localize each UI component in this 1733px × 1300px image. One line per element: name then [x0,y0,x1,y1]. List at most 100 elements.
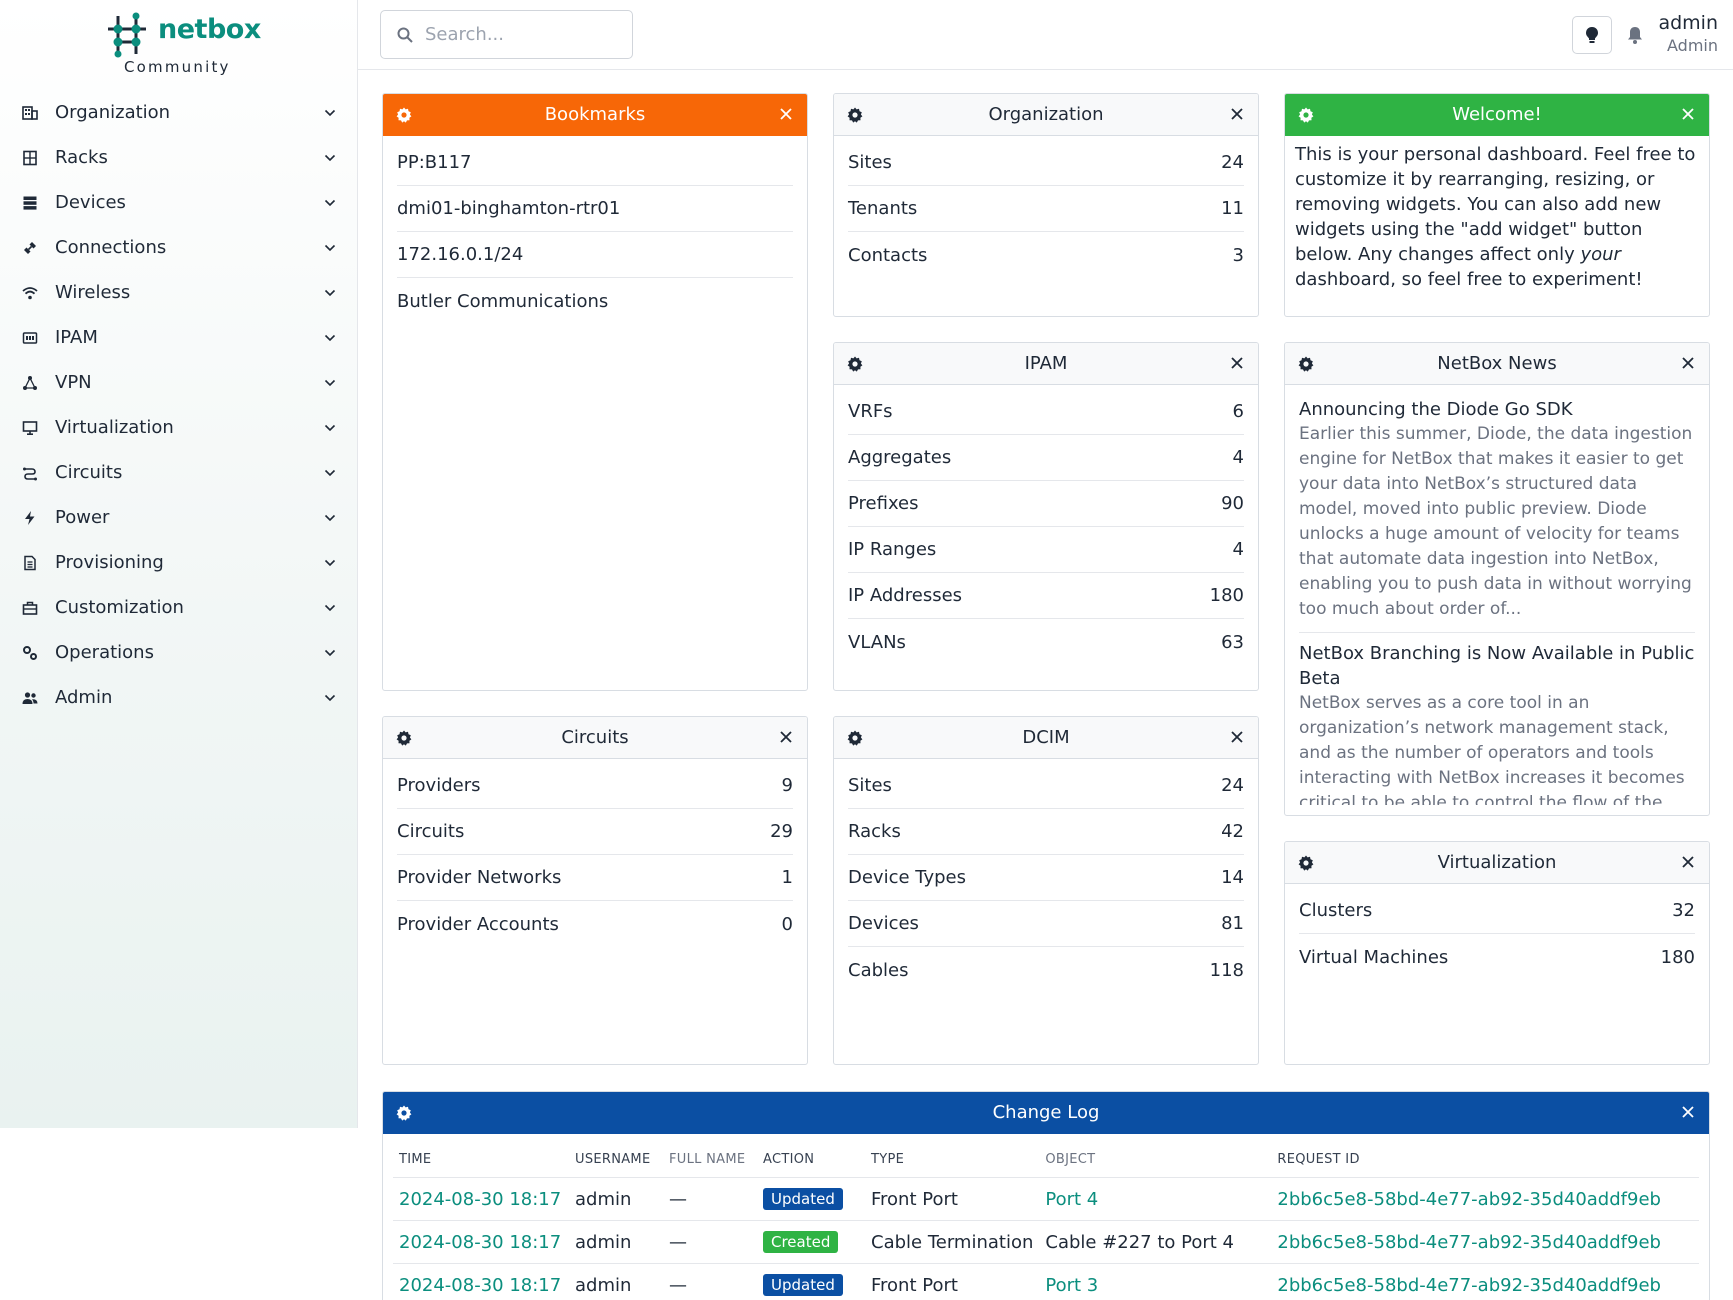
stat-label[interactable]: Devices [848,913,1221,934]
gear-icon[interactable] [395,729,413,747]
object-link[interactable]: Port 3 [1045,1275,1098,1296]
sidebar-item-customization[interactable]: Customization [0,585,358,630]
column-header-time[interactable]: TIME [393,1134,569,1178]
netbox-logo[interactable]: netbox Community [104,12,264,80]
column-header-full-name[interactable]: FULL NAME [663,1134,757,1178]
widget-header[interactable]: Welcome! [1285,94,1709,136]
stat-label[interactable]: Cables [848,960,1210,981]
close-icon[interactable] [1677,851,1699,873]
news-title[interactable]: Announcing the Diode Go SDK [1299,397,1695,422]
sidebar-item-connections[interactable]: Connections [0,225,358,270]
stat-label[interactable]: Sites [848,775,1221,796]
stat-row[interactable]: Devices 81 [848,901,1244,947]
bookmark-label[interactable]: PP:B117 [397,152,793,173]
bookmark-item[interactable]: Butler Communications [397,278,793,324]
sidebar-item-admin[interactable]: Admin [0,675,358,720]
stat-row[interactable]: VRFs 6 [848,389,1244,435]
stat-label[interactable]: Device Types [848,867,1221,888]
chevron-down-icon[interactable] [322,559,338,567]
stat-label[interactable]: VLANs [848,632,1221,653]
stat-label[interactable]: Tenants [848,198,1221,219]
stat-label[interactable]: Racks [848,821,1221,842]
stat-row[interactable]: IP Ranges 4 [848,527,1244,573]
gear-icon[interactable] [846,729,864,747]
stat-row[interactable]: Circuits 29 [397,809,793,855]
column-header-type[interactable]: TYPE [865,1134,1040,1178]
search-input[interactable] [425,24,625,45]
stat-label[interactable]: Virtual Machines [1299,947,1661,968]
time-link[interactable]: 2024-08-30 18:17 [399,1275,561,1296]
stat-row[interactable]: IP Addresses 180 [848,573,1244,619]
stat-row[interactable]: Virtual Machines 180 [1299,934,1695,980]
chevron-down-icon[interactable] [322,379,338,387]
chevron-down-icon[interactable] [322,694,338,702]
stat-label[interactable]: IP Ranges [848,539,1233,560]
time-link[interactable]: 2024-08-30 18:17 [399,1189,561,1210]
stat-row[interactable]: Providers 9 [397,763,793,809]
gear-icon[interactable] [395,1104,413,1122]
close-icon[interactable] [1677,1101,1699,1123]
stat-label[interactable]: Contacts [848,245,1233,266]
stat-row[interactable]: Sites 24 [848,763,1244,809]
widget-header[interactable]: Circuits [383,717,807,759]
gear-icon[interactable] [395,106,413,124]
request-id-link[interactable]: 2bb6c5e8-58bd-4e77-ab92-35d40addf9eb [1277,1232,1661,1253]
chevron-down-icon[interactable] [322,469,338,477]
sidebar-item-vpn[interactable]: VPN [0,360,358,405]
object-link[interactable]: Port 4 [1045,1189,1098,1210]
stat-row[interactable]: Provider Accounts 0 [397,901,793,947]
close-icon[interactable] [1226,103,1248,125]
chevron-down-icon[interactable] [322,289,338,297]
chevron-down-icon[interactable] [322,244,338,252]
news-item[interactable]: NetBox Branching is Now Available in Pub… [1299,633,1695,805]
stat-row[interactable]: Tenants 11 [848,186,1244,232]
request-id-link[interactable]: 2bb6c5e8-58bd-4e77-ab92-35d40addf9eb [1277,1189,1661,1210]
notifications-button[interactable] [1622,22,1648,48]
chevron-down-icon[interactable] [322,199,338,207]
bookmark-label[interactable]: 172.16.0.1/24 [397,244,793,265]
close-icon[interactable] [1677,103,1699,125]
stat-row[interactable]: Racks 42 [848,809,1244,855]
sidebar-item-provisioning[interactable]: Provisioning [0,540,358,585]
stat-row[interactable]: Aggregates 4 [848,435,1244,481]
gear-icon[interactable] [846,355,864,373]
news-title[interactable]: NetBox Branching is Now Available in Pub… [1299,641,1695,691]
chevron-down-icon[interactable] [322,154,338,162]
stat-label[interactable]: VRFs [848,401,1233,422]
column-header-action[interactable]: ACTION [757,1134,865,1178]
stat-row[interactable]: Prefixes 90 [848,481,1244,527]
bookmark-item[interactable]: dmi01-binghamton-rtr01 [397,186,793,232]
theme-toggle-button[interactable] [1572,16,1612,54]
bookmark-label[interactable]: dmi01-binghamton-rtr01 [397,198,793,219]
chevron-down-icon[interactable] [322,649,338,657]
user-menu[interactable]: admin Admin [1658,12,1718,55]
sidebar-item-power[interactable]: Power [0,495,358,540]
gear-icon[interactable] [846,106,864,124]
gear-icon[interactable] [1297,106,1315,124]
time-link[interactable]: 2024-08-30 18:17 [399,1232,561,1253]
chevron-down-icon[interactable] [322,514,338,522]
stat-row[interactable]: Contacts 3 [848,232,1244,278]
stat-row[interactable]: Sites 24 [848,140,1244,186]
gear-icon[interactable] [1297,854,1315,872]
chevron-down-icon[interactable] [322,109,338,117]
stat-label[interactable]: Clusters [1299,900,1672,921]
widget-header[interactable]: Bookmarks [383,94,807,136]
sidebar-item-organization[interactable]: Organization [0,90,358,135]
request-id-link[interactable]: 2bb6c5e8-58bd-4e77-ab92-35d40addf9eb [1277,1275,1661,1296]
widget-header[interactable]: IPAM [834,343,1258,385]
close-icon[interactable] [775,103,797,125]
stat-row[interactable]: Cables 118 [848,947,1244,993]
sidebar-item-wireless[interactable]: Wireless [0,270,358,315]
widget-header[interactable]: DCIM [834,717,1258,759]
search-box[interactable] [380,10,633,59]
bookmark-label[interactable]: Butler Communications [397,291,793,312]
stat-label[interactable]: Circuits [397,821,770,842]
close-icon[interactable] [775,726,797,748]
close-icon[interactable] [1226,726,1248,748]
gear-icon[interactable] [1297,355,1315,373]
stat-row[interactable]: Clusters 32 [1299,888,1695,934]
chevron-down-icon[interactable] [322,424,338,432]
widget-header[interactable]: NetBox News [1285,343,1709,385]
column-header-username[interactable]: USERNAME [569,1134,663,1178]
